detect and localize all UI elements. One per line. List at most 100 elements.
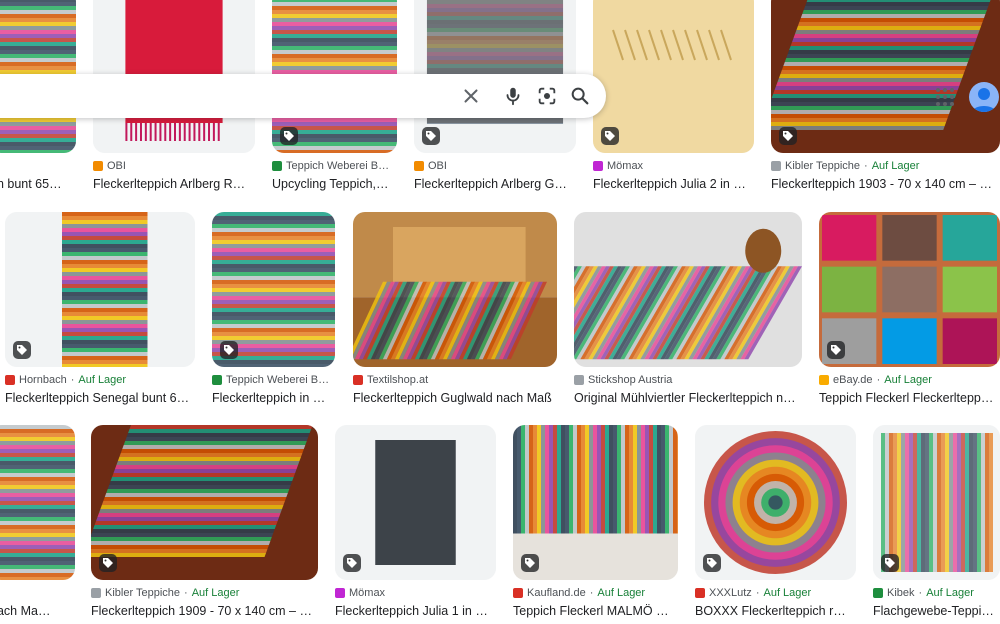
result-source[interactable]: Teppich Weberei B…: [272, 160, 393, 172]
result-title[interactable]: nach Ma…: [0, 604, 71, 618]
price-tag-icon: [343, 554, 361, 572]
stock-status: Auf Lager: [884, 374, 932, 386]
result-source[interactable]: Textilshop.at: [353, 374, 553, 386]
site-favicon-icon: [513, 588, 523, 598]
stock-status: Auf Lager: [926, 587, 974, 599]
result-title[interactable]: BOXXX Fleckerlteppich r…: [695, 604, 852, 618]
result-source[interactable]: Teppich Weberei B…: [212, 374, 331, 386]
result-title[interactable]: Upcycling Teppich,…: [272, 177, 393, 191]
result-thumbnail[interactable]: [91, 425, 318, 580]
result-thumbnail[interactable]: [212, 212, 335, 367]
result-source[interactable]: Kaufland.de · Auf Lager: [513, 587, 674, 599]
result-source[interactable]: Stickshop Austria: [574, 374, 798, 386]
result-title[interactable]: Fleckerlteppich 1909 - 70 x 140 cm – …: [91, 604, 314, 618]
camera-lens-icon[interactable]: [536, 85, 558, 107]
separator: ·: [589, 587, 594, 599]
site-favicon-icon: [771, 161, 781, 171]
result-title[interactable]: Fleckerlteppich in …: [212, 391, 331, 405]
result-title[interactable]: Teppich Fleckerl MALMÖ …: [513, 604, 674, 618]
site-favicon-icon: [414, 161, 424, 171]
result-title[interactable]: Flachgewebe-Teppi…: [873, 604, 996, 618]
result-source[interactable]: Kibler Teppiche · Auf Lager: [91, 587, 314, 599]
source-name: Kibler Teppiche: [105, 587, 181, 599]
result-source[interactable]: XXXLutz · Auf Lager: [695, 587, 852, 599]
result-source[interactable]: Kibler Teppiche · Auf Lager: [771, 160, 996, 172]
mic-icon[interactable]: [502, 85, 524, 107]
stock-status: Auf Lager: [191, 587, 240, 599]
separator: ·: [918, 587, 923, 599]
site-favicon-icon: [353, 375, 363, 385]
site-favicon-icon: [593, 161, 603, 171]
site-favicon-icon: [93, 161, 103, 171]
result-thumbnail[interactable]: [353, 212, 557, 367]
price-tag-icon: [601, 127, 619, 145]
price-tag-icon: [703, 554, 721, 572]
result-thumbnail[interactable]: [574, 212, 802, 367]
source-name: OBI: [428, 160, 447, 172]
site-favicon-icon: [5, 375, 15, 385]
price-tag-icon: [220, 341, 238, 359]
search-icon[interactable]: [569, 85, 591, 107]
source-name: Mömax: [607, 160, 644, 172]
source-name: Teppich Weberei B…: [286, 160, 390, 172]
separator: ·: [876, 374, 881, 386]
site-favicon-icon: [819, 375, 829, 385]
result-source[interactable]: Mömax: [335, 587, 492, 599]
close-icon[interactable]: [460, 85, 482, 107]
price-tag-icon: [13, 341, 31, 359]
result-source[interactable]: Kibek · Auf Lager: [873, 587, 996, 599]
source-name: Hornbach: [19, 374, 67, 386]
result-thumbnail[interactable]: [513, 425, 678, 580]
price-tag-icon: [422, 127, 440, 145]
stock-status: Auf Lager: [871, 160, 920, 172]
result-title[interactable]: Fleckerlteppich Guglwald nach Maß: [353, 391, 553, 405]
stock-status: Auf Lager: [78, 374, 127, 386]
site-favicon-icon: [574, 375, 584, 385]
result-thumbnail[interactable]: [819, 212, 1000, 367]
result-title[interactable]: Fleckerlteppich Arlberg G…: [414, 177, 572, 191]
result-title[interactable]: en bunt 65…: [0, 177, 72, 191]
result-title[interactable]: Teppich Fleckerl Fleckerltepp…: [819, 391, 996, 405]
result-source[interactable]: Mömax: [593, 160, 750, 172]
source-name: eBay.de: [833, 374, 873, 386]
source-name: Stickshop Austria: [588, 374, 673, 386]
stock-status: Auf Lager: [763, 587, 812, 599]
separator: ·: [70, 374, 75, 386]
stock-status: Auf Lager: [597, 587, 646, 599]
result-thumbnail[interactable]: [771, 0, 1000, 153]
result-source[interactable]: Hornbach · Auf Lager: [5, 374, 191, 386]
result-thumbnail[interactable]: [873, 425, 1000, 580]
separator: ·: [864, 160, 868, 172]
apps-grid-icon[interactable]: [934, 86, 956, 108]
site-favicon-icon: [91, 588, 101, 598]
account-avatar[interactable]: [969, 82, 999, 112]
site-favicon-icon: [873, 588, 883, 598]
result-thumbnail[interactable]: [695, 425, 856, 580]
result-title[interactable]: Fleckerlteppich Arlberg R…: [93, 177, 251, 191]
result-source[interactable]: OBI: [93, 160, 251, 172]
price-tag-icon: [99, 554, 117, 572]
result-thumbnail[interactable]: [335, 425, 496, 580]
price-tag-icon: [881, 554, 899, 572]
result-title[interactable]: Fleckerlteppich 1903 - 70 x 140 cm – …: [771, 177, 996, 191]
price-tag-icon: [779, 127, 797, 145]
separator: ·: [184, 587, 188, 599]
site-favicon-icon: [695, 588, 705, 598]
price-tag-icon: [521, 554, 539, 572]
separator: ·: [755, 587, 760, 599]
result-title[interactable]: Fleckerlteppich Julia 1 in …: [335, 604, 492, 618]
result-title[interactable]: Fleckerlteppich Senegal bunt 6…: [5, 391, 191, 405]
result-source[interactable]: eBay.de · Auf Lager: [819, 374, 996, 386]
search-bar[interactable]: [0, 74, 606, 118]
site-favicon-icon: [212, 375, 222, 385]
source-name: Mömax: [349, 587, 386, 599]
result-title[interactable]: Fleckerlteppich Julia 2 in …: [593, 177, 750, 191]
source-name: Kibler Teppiche: [785, 160, 861, 172]
result-thumbnail[interactable]: [5, 212, 195, 367]
result-thumbnail[interactable]: [593, 0, 754, 153]
result-source[interactable]: OBI: [414, 160, 572, 172]
result-thumbnail[interactable]: [0, 425, 75, 580]
source-name: Textilshop.at: [367, 374, 429, 386]
price-tag-icon: [827, 341, 845, 359]
result-title[interactable]: Original Mühlviertler Fleckerlteppich n…: [574, 391, 798, 405]
